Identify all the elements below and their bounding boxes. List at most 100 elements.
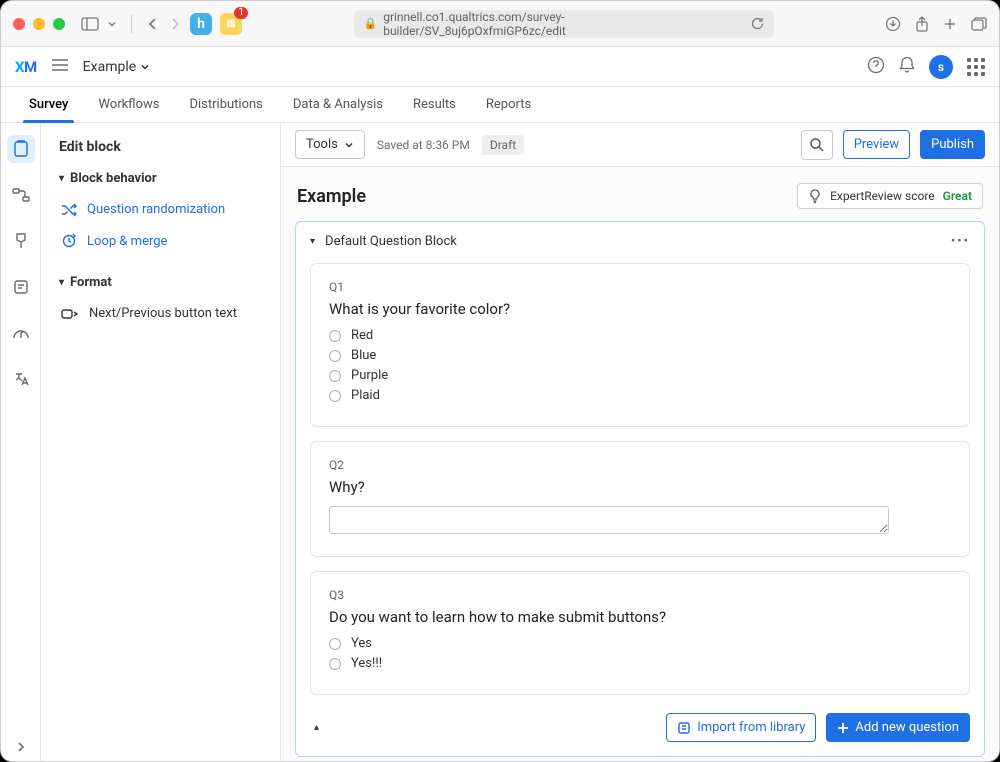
notes-extension-icon[interactable]: ▦ [220,13,242,35]
tab-data-analysis[interactable]: Data & Analysis [293,87,383,122]
radio-icon [329,638,341,650]
tab-overview-icon[interactable] [971,17,987,31]
rail-quotas-icon[interactable] [7,319,35,347]
chevron-down-icon [140,62,150,72]
section-format[interactable]: ▾Format [59,275,262,290]
shuffle-icon [61,203,77,217]
main-tabs: Survey Workflows Distributions Data & An… [1,87,999,123]
rail-flow-icon[interactable] [7,181,35,209]
saved-status: Saved at 8:36 PM [377,138,470,152]
rail-collapse-icon[interactable] [7,733,35,761]
search-icon [809,137,824,152]
tab-survey[interactable]: Survey [29,87,68,122]
radio-icon [329,658,341,670]
downloads-icon[interactable] [885,16,901,32]
import-library-button[interactable]: Import from library [666,713,816,742]
question-id: Q2 [329,458,951,472]
library-icon [677,721,691,735]
expert-review-button[interactable]: ExpertReview score Great [797,183,983,209]
edit-block-panel: Edit block ▾Block behavior Question rand… [41,123,281,761]
honey-extension-icon[interactable]: h [190,13,212,35]
survey-title: Example [297,186,366,207]
link-question-randomization[interactable]: Question randomization [59,194,262,225]
question-block: ▾ Default Question Block ••• Q1 What is … [295,221,985,757]
browser-titlebar: h ▦ 🔒 grinnell.co1.qualtrics.com/survey-… [1,1,999,47]
tab-reports[interactable]: Reports [486,87,531,122]
tab-distributions[interactable]: Distributions [189,87,262,122]
link-loop-merge[interactable]: Loop & merge [59,225,262,257]
project-selector[interactable]: Example [83,59,150,75]
preview-button[interactable]: Preview [843,130,910,159]
radio-icon [329,390,341,402]
sidebar-toggle-icon[interactable] [81,17,99,31]
choice-row[interactable]: Red [329,328,951,343]
choice-row[interactable]: Blue [329,348,951,363]
share-icon[interactable] [915,16,929,32]
left-rail [1,123,41,761]
xm-logo[interactable]: XM [15,58,37,76]
content-area: Tools Saved at 8:36 PM Draft Preview Pub… [281,123,999,761]
question-id: Q1 [329,280,951,294]
chevron-down-icon [344,140,354,150]
radio-icon [329,330,341,342]
add-question-button[interactable]: Add new question [826,713,970,742]
question-id: Q3 [329,588,951,602]
close-window-button[interactable] [13,18,25,30]
minimize-window-button[interactable] [33,18,45,30]
radio-icon [329,370,341,382]
publish-button[interactable]: Publish [920,130,985,159]
back-button[interactable] [146,17,160,31]
rail-translate-icon[interactable] [7,365,35,393]
lightbulb-icon [808,189,822,203]
tab-workflows[interactable]: Workflows [98,87,159,122]
new-tab-icon[interactable] [943,17,957,31]
project-name: Example [83,59,136,75]
reload-icon[interactable] [750,17,764,31]
toolbar: Tools Saved at 8:36 PM Draft Preview Pub… [281,123,999,167]
plus-icon [837,722,849,734]
block-collapse-bottom[interactable]: ▴ [310,722,319,733]
choice-row[interactable]: Purple [329,368,951,383]
notifications-icon[interactable] [899,56,915,78]
block-collapse-toggle[interactable]: ▾ [310,236,315,247]
question-text[interactable]: Why? [329,478,951,496]
panel-title: Edit block [59,139,262,155]
app-window: h ▦ 🔒 grinnell.co1.qualtrics.com/survey-… [0,0,1000,762]
radio-icon [329,350,341,362]
section-block-behavior[interactable]: ▾Block behavior [59,171,262,186]
block-title[interactable]: Default Question Block [325,234,457,249]
rail-builder-icon[interactable] [7,135,35,163]
text-entry-input[interactable] [329,506,889,534]
block-menu-button[interactable]: ••• [951,234,970,249]
choice-row[interactable]: Plaid [329,388,951,403]
question-card[interactable]: Q3 Do you want to learn how to make subm… [310,571,970,695]
apps-grid-icon[interactable] [967,58,985,76]
question-text[interactable]: Do you want to learn how to make submit … [329,608,951,626]
question-text[interactable]: What is your favorite color? [329,300,951,318]
survey-canvas[interactable]: Example ExpertReview score Great ▾ Defau… [281,167,999,761]
rail-options-icon[interactable] [7,273,35,301]
tools-button[interactable]: Tools [295,130,365,159]
choice-row[interactable]: Yes!!! [329,656,951,671]
tab-results[interactable]: Results [413,87,456,122]
user-avatar[interactable]: s [929,55,953,79]
help-icon[interactable] [867,56,885,78]
maximize-window-button[interactable] [53,18,65,30]
forward-button[interactable] [168,17,182,31]
choice-row[interactable]: Yes [329,636,951,651]
app-header: XM Example s [1,47,999,87]
window-controls [13,18,65,30]
url-text: grinnell.co1.qualtrics.com/survey-builde… [383,10,743,38]
link-next-prev-text[interactable]: Next/Previous button text [59,298,262,329]
question-card[interactable]: Q2 Why? [310,441,970,557]
nav-text-icon [61,307,79,321]
rail-look-feel-icon[interactable] [7,227,35,255]
menu-icon[interactable] [51,57,69,76]
loop-icon [61,233,77,249]
address-bar[interactable]: 🔒 grinnell.co1.qualtrics.com/survey-buil… [354,10,774,38]
draft-chip: Draft [482,135,524,155]
search-button[interactable] [801,130,833,160]
lock-icon: 🔒 [364,17,378,30]
chevron-down-icon[interactable] [107,19,117,29]
question-card[interactable]: Q1 What is your favorite color? Red Blue… [310,263,970,427]
